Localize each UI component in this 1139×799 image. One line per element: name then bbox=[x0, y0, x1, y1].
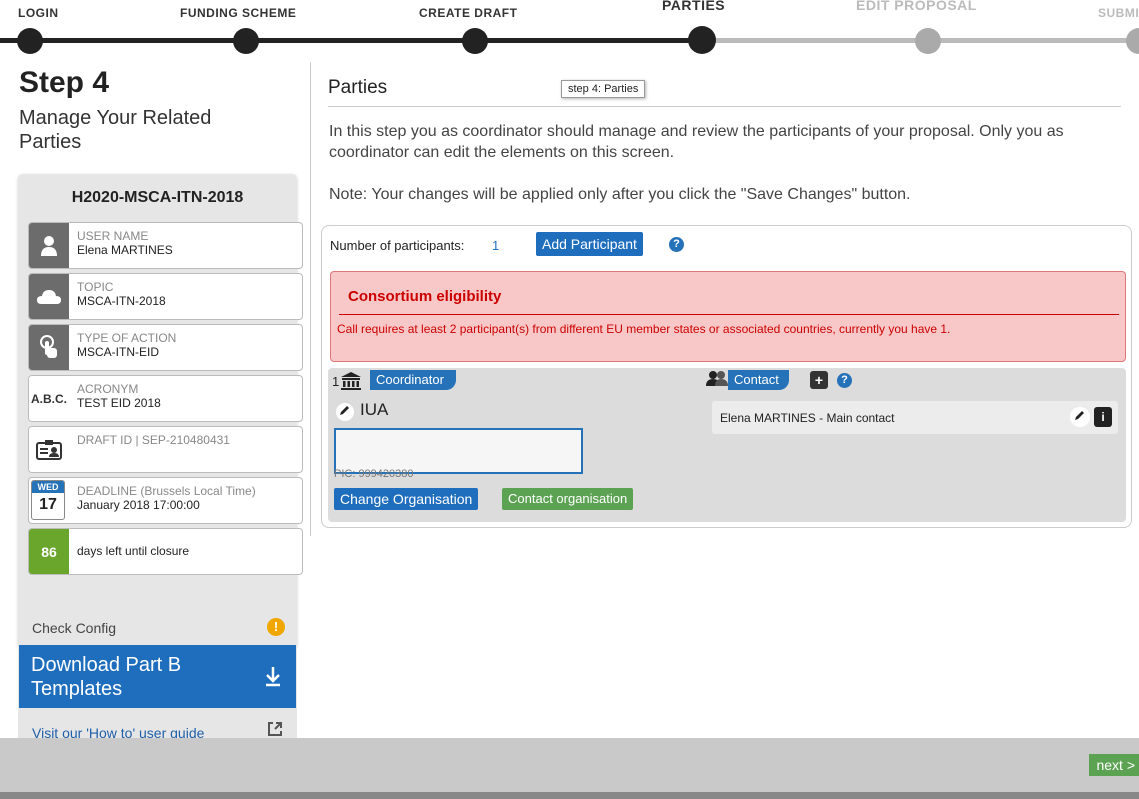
bottom-strip bbox=[0, 792, 1139, 799]
parties-panel: Number of participants: 1 Add Participan… bbox=[321, 225, 1132, 528]
progress-dot-funding-scheme[interactable] bbox=[233, 28, 259, 54]
progress-step-login[interactable]: LOGIN bbox=[18, 6, 59, 20]
progress-dot-login[interactable] bbox=[17, 28, 43, 54]
info-row-user: USER NAME Elena MARTINES bbox=[28, 222, 303, 269]
title-rule bbox=[328, 106, 1121, 107]
intro-text: In this step you as coordinator should m… bbox=[329, 123, 1064, 161]
download-icon bbox=[264, 665, 282, 693]
acronym-icon: A.B.C. bbox=[29, 376, 69, 421]
info-row-days-left: 86 days left until closure bbox=[28, 528, 303, 575]
contact-organisation-button[interactable]: Contact organisation bbox=[502, 488, 634, 510]
calendar-icon: WED 17 bbox=[31, 480, 65, 520]
progress-step-create-draft[interactable]: CREATE DRAFT bbox=[419, 6, 517, 20]
change-organisation-button[interactable]: Change Organisation bbox=[334, 488, 479, 510]
download-templates-button[interactable]: Download Part B Templates bbox=[19, 645, 296, 708]
contact-tab: Contact bbox=[728, 370, 789, 390]
info-row-topic: TOPIC MSCA-ITN-2018 bbox=[28, 273, 303, 320]
acronym-label: ACRONYM bbox=[77, 382, 139, 396]
contacts-icon bbox=[706, 370, 728, 390]
progress-dot-submit[interactable] bbox=[1126, 28, 1139, 54]
action-type-value: MSCA-ITN-EID bbox=[77, 345, 159, 359]
participants-count-value: 1 bbox=[492, 238, 500, 253]
add-participant-button[interactable]: Add Participant bbox=[536, 232, 643, 256]
days-left-count: 86 bbox=[29, 529, 69, 574]
deadline-label: DEADLINE (Brussels Local Time) bbox=[77, 484, 256, 498]
progress-dot-edit-proposal[interactable] bbox=[915, 28, 941, 54]
step-title: Step 4 bbox=[19, 66, 110, 99]
topic-value: MSCA-ITN-2018 bbox=[77, 294, 166, 308]
tooltip: step 4: Parties bbox=[561, 80, 646, 98]
page-title: Parties bbox=[328, 77, 388, 98]
contact-name: Elena MARTINES - Main contact bbox=[720, 411, 895, 425]
edit-contact-icon[interactable] bbox=[1070, 407, 1090, 427]
check-config-label[interactable]: Check Config bbox=[32, 620, 116, 636]
note-text: Note: Your changes will be applied only … bbox=[329, 186, 911, 203]
calendar-day: 17 bbox=[39, 496, 57, 513]
call-identifier: H2020-MSCA-ITN-2018 bbox=[71, 189, 244, 206]
edit-organisation-icon[interactable] bbox=[336, 403, 354, 421]
participants-count-label: Number of participants: bbox=[330, 238, 465, 253]
progress-bar: LOGIN FUNDING SCHEME CREATE DRAFT PARTIE… bbox=[0, 0, 1139, 58]
add-contact-icon[interactable]: + bbox=[810, 371, 828, 389]
days-left-text: days left until closure bbox=[77, 544, 190, 558]
institution-icon bbox=[340, 372, 362, 395]
error-title: Consortium eligibility bbox=[348, 288, 502, 305]
progress-step-submit[interactable]: SUBMI bbox=[1098, 6, 1139, 20]
topic-label: TOPIC bbox=[77, 280, 114, 294]
info-row-deadline: WED 17 DEADLINE (Brussels Local Time) Ja… bbox=[28, 477, 303, 524]
party-number: 1 bbox=[332, 374, 340, 389]
progress-step-edit-proposal[interactable]: EDIT PROPOSAL bbox=[856, 0, 977, 13]
progress-step-parties[interactable]: PARTIES bbox=[662, 0, 725, 13]
draft-id-label: DRAFT ID | SEP-210480431 bbox=[77, 433, 230, 447]
download-templates-label: Download Part B Templates bbox=[31, 654, 182, 700]
contact-row: Elena MARTINES - Main contact i bbox=[712, 401, 1118, 434]
id-card-icon bbox=[29, 427, 69, 472]
pic-number: PIC: 999420380 bbox=[334, 468, 414, 480]
cloud-icon bbox=[29, 274, 69, 319]
action-type-label: TYPE OF ACTION bbox=[77, 331, 177, 345]
contact-help-icon[interactable]: ? bbox=[837, 373, 852, 388]
role-tab-coordinator: Coordinator bbox=[370, 370, 456, 390]
user-name-label: USER NAME bbox=[77, 229, 149, 243]
help-icon[interactable]: ? bbox=[669, 237, 684, 252]
error-message: Call requires at least 2 participant(s) … bbox=[337, 322, 951, 336]
info-row-acronym: A.B.C. ACRONYM TEST EID 2018 bbox=[28, 375, 303, 422]
info-row-draft-id: DRAFT ID | SEP-210480431 bbox=[28, 426, 303, 473]
progress-dot-create-draft[interactable] bbox=[462, 28, 488, 54]
party-card: 1 Coordinator IUA PIC: 999420380 Change … bbox=[328, 368, 1126, 522]
deadline-value: January 2018 17:00:00 bbox=[77, 498, 200, 512]
user-name-value: Elena MARTINES bbox=[77, 243, 173, 257]
acronym-value: TEST EID 2018 bbox=[77, 396, 161, 410]
eligibility-error-box: Consortium eligibility Call requires at … bbox=[330, 271, 1126, 362]
calendar-weekday: WED bbox=[32, 481, 64, 493]
warning-icon[interactable]: ! bbox=[267, 618, 285, 636]
error-divider bbox=[339, 314, 1119, 315]
info-row-action: TYPE OF ACTION MSCA-ITN-EID bbox=[28, 324, 303, 371]
step-subtitle: Manage Your Related Parties bbox=[19, 107, 212, 153]
next-button[interactable]: next > bbox=[1089, 754, 1139, 776]
proposal-info-panel: H2020-MSCA-ITN-2018 USER NAME Elena MART… bbox=[18, 174, 303, 649]
progress-step-funding-scheme[interactable]: FUNDING SCHEME bbox=[180, 6, 296, 20]
user-icon bbox=[29, 223, 69, 268]
progress-line-done bbox=[0, 38, 703, 43]
contact-info-icon[interactable]: i bbox=[1094, 407, 1112, 427]
footer-bar: next > bbox=[0, 738, 1139, 792]
content-divider bbox=[310, 62, 311, 536]
progress-dot-parties[interactable] bbox=[688, 26, 716, 54]
touch-icon bbox=[29, 325, 69, 370]
organisation-name: IUA bbox=[360, 400, 389, 419]
